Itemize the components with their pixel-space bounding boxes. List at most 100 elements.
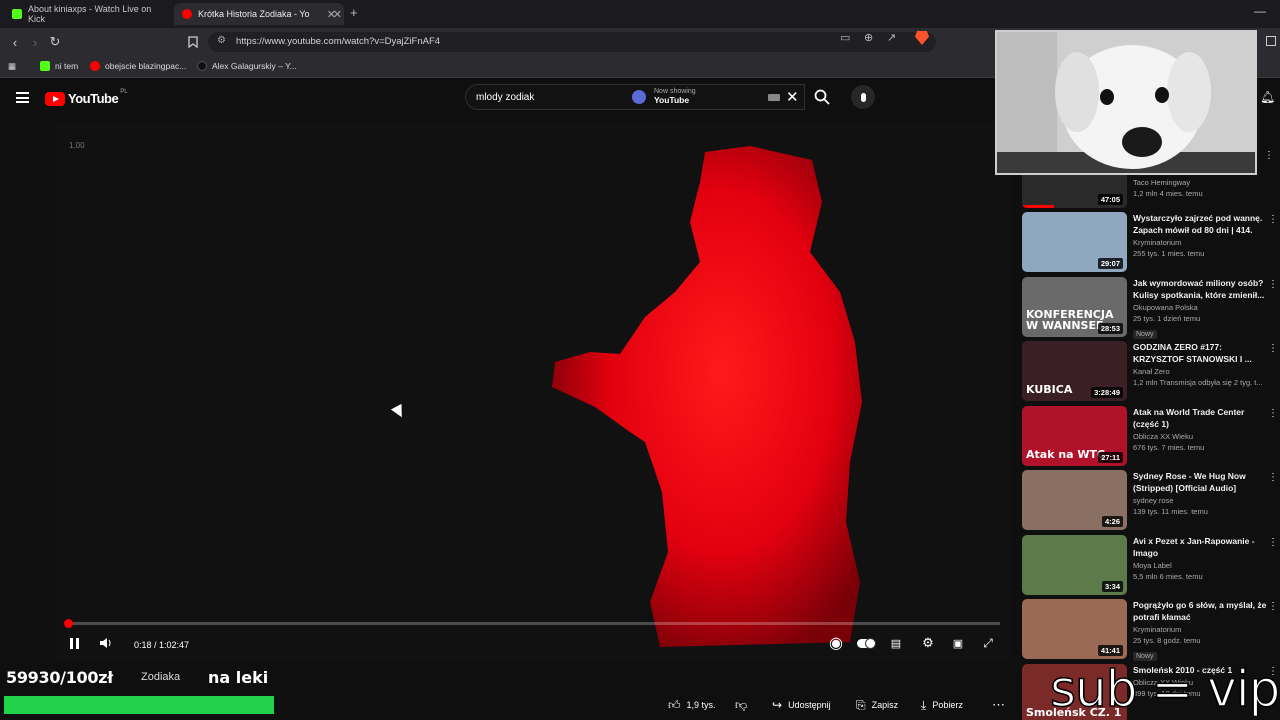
video-menu-icon[interactable]: ⋮ [1268, 279, 1278, 290]
search-icon [814, 89, 830, 105]
miniplayer-icon[interactable]: ▣ [947, 632, 969, 654]
video-menu-icon[interactable]: ⋮ [1268, 537, 1278, 548]
save-label: Zapisz [871, 700, 899, 710]
tab-title: About kiniaxps - Watch Live on Kick [28, 4, 152, 24]
site-icon [197, 61, 207, 71]
keyboard-icon[interactable] [768, 94, 780, 101]
pause-button[interactable] [63, 632, 85, 654]
country-code: PL [120, 88, 128, 95]
save-button[interactable]: ⎘ Zapisz [856, 695, 898, 715]
bookmark-icon[interactable] [184, 33, 202, 51]
bookmark-item[interactable]: Alex Galagurskiy – Y... [197, 61, 297, 71]
dislike-button[interactable]: 👎︎ [735, 695, 753, 715]
video-duration: 47:05 [1097, 194, 1123, 205]
download-button[interactable]: ⤓ Pobierz [921, 695, 963, 715]
subtitles-icon[interactable]: ▤ [885, 632, 907, 654]
video-duration: 27:11 [1098, 451, 1123, 463]
channel-name: sydney rose [1133, 496, 1174, 505]
browser-tab-bar: About kiniaxps - Watch Live on Kick Krót… [0, 0, 1280, 28]
video-menu-icon[interactable]: ⋮ [1268, 472, 1278, 483]
logo-text: YouTube [68, 91, 119, 106]
cast-screen-icon[interactable] [1266, 36, 1276, 46]
video-menu-icon[interactable]: ⋮ [1268, 408, 1278, 419]
video-thumbnail: 29:07 [1022, 212, 1127, 272]
video-thumbnail: KUBICA 3:28:49 [1022, 341, 1127, 401]
video-menu-icon[interactable]: ⋮ [1268, 214, 1278, 225]
forward-button[interactable]: › [26, 33, 44, 51]
address-bar[interactable]: ⚙ https://www.youtube.com/watch?v=DyajZi… [208, 32, 936, 52]
video-menu-icon[interactable]: ⋮ [1268, 601, 1278, 612]
minimize-window-icon[interactable]: — [1254, 4, 1266, 18]
channel-name: Moya Label [1133, 560, 1172, 570]
donation-goal-text: 59930/100zł [6, 668, 113, 687]
share-icon[interactable]: ↗ [887, 31, 896, 44]
related-video-item[interactable]: Atak na WTC 27:11 Atak na World Trade Cent… [1022, 405, 1280, 468]
voice-search-button[interactable] [851, 85, 875, 109]
video-duration: 3:28:49 [1091, 387, 1123, 398]
preview-icon[interactable]: ◉ [825, 632, 847, 654]
site-info-icon[interactable]: ⚙ [217, 35, 226, 46]
video-player[interactable]: 1.00 0:18 / 1:02:47 ◉ ▤ ⚙ ▣ ⤢ [55, 122, 1010, 662]
related-video-item[interactable]: KONFERENCJA W WANNSEE 28:53 Jak wymordować… [1022, 276, 1280, 339]
bookmark-item[interactable]: ni tem [40, 61, 78, 71]
channel-name: Oblicza XX Wieku [1133, 431, 1194, 441]
video-duration: 3:34 [1101, 580, 1123, 592]
volume-button[interactable] [95, 632, 117, 654]
cast-icon[interactable]: ▭ [840, 31, 850, 44]
like-button[interactable]: 👍︎ 1,9 tys. [668, 695, 716, 715]
video-menu-icon[interactable]: ⋮ [1268, 343, 1278, 354]
menu-icon[interactable] [16, 92, 29, 103]
fullscreen-icon[interactable]: ⤢ [977, 632, 999, 654]
autoplay-toggle[interactable] [855, 632, 877, 654]
youtube-icon [90, 61, 100, 71]
thumbs-down-icon: 👎︎ [735, 697, 748, 712]
youtube-logo[interactable]: YouTube PL [45, 88, 128, 106]
reload-button[interactable]: ↻ [46, 33, 64, 51]
related-video-item[interactable]: KUBICA 3:28:49 GODZINA ZERO #177: KRZYSZTO… [1022, 341, 1280, 403]
zoom-icon[interactable]: ⊕ [864, 31, 873, 44]
apps-icon[interactable]: ▦ [8, 61, 16, 72]
close-tab-kick-icon[interactable]: ✕ [318, 3, 342, 25]
now-showing-popup: Now showing YouTube [632, 88, 696, 105]
video-thumbnail: 4:26 [1022, 470, 1127, 530]
new-tab-button[interactable]: + [350, 5, 358, 20]
search-input[interactable]: mlody zodiak Now showing YouTube ✕ [465, 84, 805, 110]
channel-name: Kryminatorium [1133, 238, 1182, 247]
dog-webcam-image [997, 32, 1255, 173]
volume-icon [100, 638, 111, 648]
now-showing-label: Now showing [654, 88, 696, 95]
share-arrow-icon: ↪ [772, 698, 783, 712]
progress-bar[interactable] [64, 619, 1000, 628]
youtube-masthead: YouTube PL mlody zodiak Now showing YouT… [0, 78, 1010, 120]
video-corner-label: 1.00 [69, 141, 85, 150]
notifications-bell-icon[interactable]: 🔔︎ [1260, 90, 1275, 104]
bookmark-label: ni tem [55, 61, 79, 71]
related-video-item[interactable]: 3:34 Avi x Pezet x Jan-Rapowanie - Imago M… [1022, 534, 1280, 597]
related-video-partial[interactable]: 47:05 Taco Hemingway 1,2 mln 4 mies. tem… [1022, 170, 1280, 210]
more-actions-icon[interactable]: ⋯ [992, 695, 1005, 715]
thumbs-up-icon: 👍︎ [668, 697, 681, 712]
video-stats: 25 tys. 8 godz. temu [1133, 636, 1201, 645]
settings-gear-icon[interactable]: ⚙ [917, 632, 939, 654]
video-stats: 25 tys. 1 dzień temu [1133, 313, 1201, 323]
share-label: Udostępnij [788, 700, 831, 710]
clear-search-icon[interactable]: ✕ [786, 88, 799, 106]
related-video-item[interactable]: 29:07 Wystarczyło zajrzeć pod wannę. Zapa… [1022, 212, 1280, 274]
bookmark-item[interactable]: obejscie blazingpac... [90, 61, 186, 71]
video-thumbnail: 41:41 [1022, 599, 1127, 659]
tab-kick[interactable]: About kiniaxps - Watch Live on Kick [4, 3, 172, 25]
search-button[interactable] [805, 84, 839, 110]
download-label: Pobierz [932, 700, 963, 710]
related-video-item[interactable]: 4:26 Sydney Rose - We Hug Now (Stripped) … [1022, 470, 1280, 532]
share-button[interactable]: ↪ Udostępnij [772, 695, 831, 715]
scrubber-handle[interactable] [64, 619, 73, 628]
youtube-favicon-icon [182, 9, 192, 19]
sub-vip-overlay-text: sub = vip [1049, 659, 1280, 719]
channel-name: Okupowana Polska [1133, 302, 1198, 312]
video-thumbnail: Atak na WTC 27:11 [1022, 405, 1127, 466]
channel-name: Kanał Zero [1133, 367, 1170, 376]
donation-goal-bar [4, 696, 274, 714]
related-video-item[interactable]: 41:41 Pogrążyło go 6 słów, a myślał, że p… [1022, 599, 1280, 661]
more-options-icon[interactable]: ⋮ [1264, 150, 1274, 161]
back-button[interactable]: ‹ [6, 33, 24, 51]
